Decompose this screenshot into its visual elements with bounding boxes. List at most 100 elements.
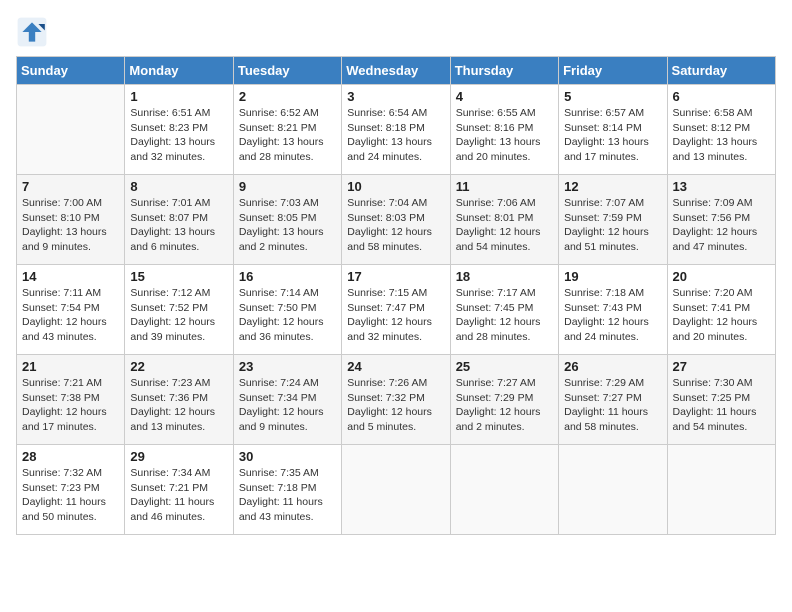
day-info: Sunrise: 6:55 AMSunset: 8:16 PMDaylight:… <box>456 106 553 165</box>
calendar-cell: 1Sunrise: 6:51 AMSunset: 8:23 PMDaylight… <box>125 85 233 175</box>
day-info: Sunrise: 7:30 AMSunset: 7:25 PMDaylight:… <box>673 376 770 435</box>
day-info: Sunrise: 6:54 AMSunset: 8:18 PMDaylight:… <box>347 106 444 165</box>
day-info: Sunrise: 7:14 AMSunset: 7:50 PMDaylight:… <box>239 286 336 345</box>
day-number: 24 <box>347 359 444 374</box>
header-monday: Monday <box>125 57 233 85</box>
calendar-week-row: 28 Sunrise: 7:32 AMSunset: 7:23 PMDayligh… <box>17 445 776 535</box>
calendar-cell: 12Sunrise: 7:07 AMSunset: 7:59 PMDayligh… <box>559 175 667 265</box>
header-thursday: Thursday <box>450 57 558 85</box>
calendar-cell: 14 Sunrise: 7:11 AMSunset: 7:54 PMDayligh… <box>17 265 125 355</box>
day-number: 29 <box>130 449 227 464</box>
calendar-cell <box>667 445 775 535</box>
day-number: 12 <box>564 179 661 194</box>
calendar-cell: 19 Sunrise: 7:18 AMSunset: 7:43 PMDayligh… <box>559 265 667 355</box>
calendar-cell: 18 Sunrise: 7:17 AMSunset: 7:45 PMDayligh… <box>450 265 558 355</box>
day-number: 17 <box>347 269 444 284</box>
day-info: Sunrise: 7:06 AMSunset: 8:01 PMDaylight:… <box>456 196 553 255</box>
logo <box>16 16 52 48</box>
calendar-week-row: 1Sunrise: 6:51 AMSunset: 8:23 PMDaylight… <box>17 85 776 175</box>
calendar-cell <box>342 445 450 535</box>
calendar-cell: 27 Sunrise: 7:30 AMSunset: 7:25 PMDayligh… <box>667 355 775 445</box>
calendar-cell: 24 Sunrise: 7:26 AMSunset: 7:32 PMDayligh… <box>342 355 450 445</box>
day-number: 13 <box>673 179 770 194</box>
day-number: 11 <box>456 179 553 194</box>
day-number: 28 <box>22 449 119 464</box>
day-number: 15 <box>130 269 227 284</box>
calendar-week-row: 14 Sunrise: 7:11 AMSunset: 7:54 PMDayligh… <box>17 265 776 355</box>
day-info: Sunrise: 7:27 AMSunset: 7:29 PMDaylight:… <box>456 376 553 435</box>
day-number: 22 <box>130 359 227 374</box>
day-info: Sunrise: 7:03 AMSunset: 8:05 PMDaylight:… <box>239 196 336 255</box>
calendar-cell: 29 Sunrise: 7:34 AMSunset: 7:21 PMDayligh… <box>125 445 233 535</box>
calendar-week-row: 21Sunrise: 7:21 AMSunset: 7:38 PMDayligh… <box>17 355 776 445</box>
day-info: Sunrise: 7:35 AMSunset: 7:18 PMDaylight:… <box>239 466 336 525</box>
header-wednesday: Wednesday <box>342 57 450 85</box>
calendar-cell: 15 Sunrise: 7:12 AMSunset: 7:52 PMDayligh… <box>125 265 233 355</box>
day-number: 5 <box>564 89 661 104</box>
day-info: Sunrise: 7:17 AMSunset: 7:45 PMDaylight:… <box>456 286 553 345</box>
day-number: 8 <box>130 179 227 194</box>
day-info: Sunrise: 7:04 AMSunset: 8:03 PMDaylight:… <box>347 196 444 255</box>
calendar-cell <box>17 85 125 175</box>
logo-icon <box>16 16 48 48</box>
day-number: 4 <box>456 89 553 104</box>
day-info: Sunrise: 7:09 AMSunset: 7:56 PMDaylight:… <box>673 196 770 255</box>
day-info: Sunrise: 6:58 AMSunset: 8:12 PMDaylight:… <box>673 106 770 165</box>
calendar-cell: 28 Sunrise: 7:32 AMSunset: 7:23 PMDayligh… <box>17 445 125 535</box>
calendar-cell: 2 Sunrise: 6:52 AMSunset: 8:21 PMDaylight… <box>233 85 341 175</box>
day-number: 25 <box>456 359 553 374</box>
day-number: 6 <box>673 89 770 104</box>
calendar-table: SundayMondayTuesdayWednesdayThursdayFrid… <box>16 56 776 535</box>
day-info: Sunrise: 7:11 AMSunset: 7:54 PMDaylight:… <box>22 286 119 345</box>
calendar-cell: 9 Sunrise: 7:03 AMSunset: 8:05 PMDaylight… <box>233 175 341 265</box>
calendar-cell: 16 Sunrise: 7:14 AMSunset: 7:50 PMDayligh… <box>233 265 341 355</box>
day-number: 9 <box>239 179 336 194</box>
calendar-cell: 6 Sunrise: 6:58 AMSunset: 8:12 PMDaylight… <box>667 85 775 175</box>
calendar-cell: 23 Sunrise: 7:24 AMSunset: 7:34 PMDayligh… <box>233 355 341 445</box>
calendar-cell: 25 Sunrise: 7:27 AMSunset: 7:29 PMDayligh… <box>450 355 558 445</box>
day-info: Sunrise: 6:57 AMSunset: 8:14 PMDaylight:… <box>564 106 661 165</box>
calendar-week-row: 7Sunrise: 7:00 AMSunset: 8:10 PMDaylight… <box>17 175 776 265</box>
calendar-cell <box>450 445 558 535</box>
calendar-cell: 30 Sunrise: 7:35 AMSunset: 7:18 PMDayligh… <box>233 445 341 535</box>
day-info: Sunrise: 6:52 AMSunset: 8:21 PMDaylight:… <box>239 106 336 165</box>
day-number: 2 <box>239 89 336 104</box>
day-info: Sunrise: 7:20 AMSunset: 7:41 PMDaylight:… <box>673 286 770 345</box>
calendar-cell: 5 Sunrise: 6:57 AMSunset: 8:14 PMDaylight… <box>559 85 667 175</box>
calendar-cell: 3 Sunrise: 6:54 AMSunset: 8:18 PMDaylight… <box>342 85 450 175</box>
header-saturday: Saturday <box>667 57 775 85</box>
day-info: Sunrise: 7:32 AMSunset: 7:23 PMDaylight:… <box>22 466 119 525</box>
day-info: Sunrise: 7:01 AMSunset: 8:07 PMDaylight:… <box>130 196 227 255</box>
calendar-cell: 8 Sunrise: 7:01 AMSunset: 8:07 PMDaylight… <box>125 175 233 265</box>
day-info: Sunrise: 7:15 AMSunset: 7:47 PMDaylight:… <box>347 286 444 345</box>
day-number: 23 <box>239 359 336 374</box>
day-info: Sunrise: 7:34 AMSunset: 7:21 PMDaylight:… <box>130 466 227 525</box>
day-info: Sunrise: 7:12 AMSunset: 7:52 PMDaylight:… <box>130 286 227 345</box>
day-info: Sunrise: 7:24 AMSunset: 7:34 PMDaylight:… <box>239 376 336 435</box>
calendar-cell: 11 Sunrise: 7:06 AMSunset: 8:01 PMDayligh… <box>450 175 558 265</box>
calendar-cell: 20 Sunrise: 7:20 AMSunset: 7:41 PMDayligh… <box>667 265 775 355</box>
day-number: 16 <box>239 269 336 284</box>
header-friday: Friday <box>559 57 667 85</box>
calendar-cell: 7Sunrise: 7:00 AMSunset: 8:10 PMDaylight… <box>17 175 125 265</box>
day-number: 30 <box>239 449 336 464</box>
day-number: 20 <box>673 269 770 284</box>
day-number: 3 <box>347 89 444 104</box>
day-number: 10 <box>347 179 444 194</box>
calendar-cell: 21Sunrise: 7:21 AMSunset: 7:38 PMDayligh… <box>17 355 125 445</box>
day-info: Sunrise: 7:23 AMSunset: 7:36 PMDaylight:… <box>130 376 227 435</box>
calendar-cell: 10 Sunrise: 7:04 AMSunset: 8:03 PMDayligh… <box>342 175 450 265</box>
day-info: Sunrise: 7:26 AMSunset: 7:32 PMDaylight:… <box>347 376 444 435</box>
page-header <box>16 16 776 48</box>
day-info: Sunrise: 7:29 AMSunset: 7:27 PMDaylight:… <box>564 376 661 435</box>
day-info: Sunrise: 7:18 AMSunset: 7:43 PMDaylight:… <box>564 286 661 345</box>
day-number: 27 <box>673 359 770 374</box>
day-number: 19 <box>564 269 661 284</box>
header-tuesday: Tuesday <box>233 57 341 85</box>
day-info: Sunrise: 6:51 AMSunset: 8:23 PMDaylight:… <box>130 106 227 165</box>
calendar-cell: 13 Sunrise: 7:09 AMSunset: 7:56 PMDayligh… <box>667 175 775 265</box>
day-number: 14 <box>22 269 119 284</box>
day-number: 18 <box>456 269 553 284</box>
calendar-cell <box>559 445 667 535</box>
day-number: 26 <box>564 359 661 374</box>
